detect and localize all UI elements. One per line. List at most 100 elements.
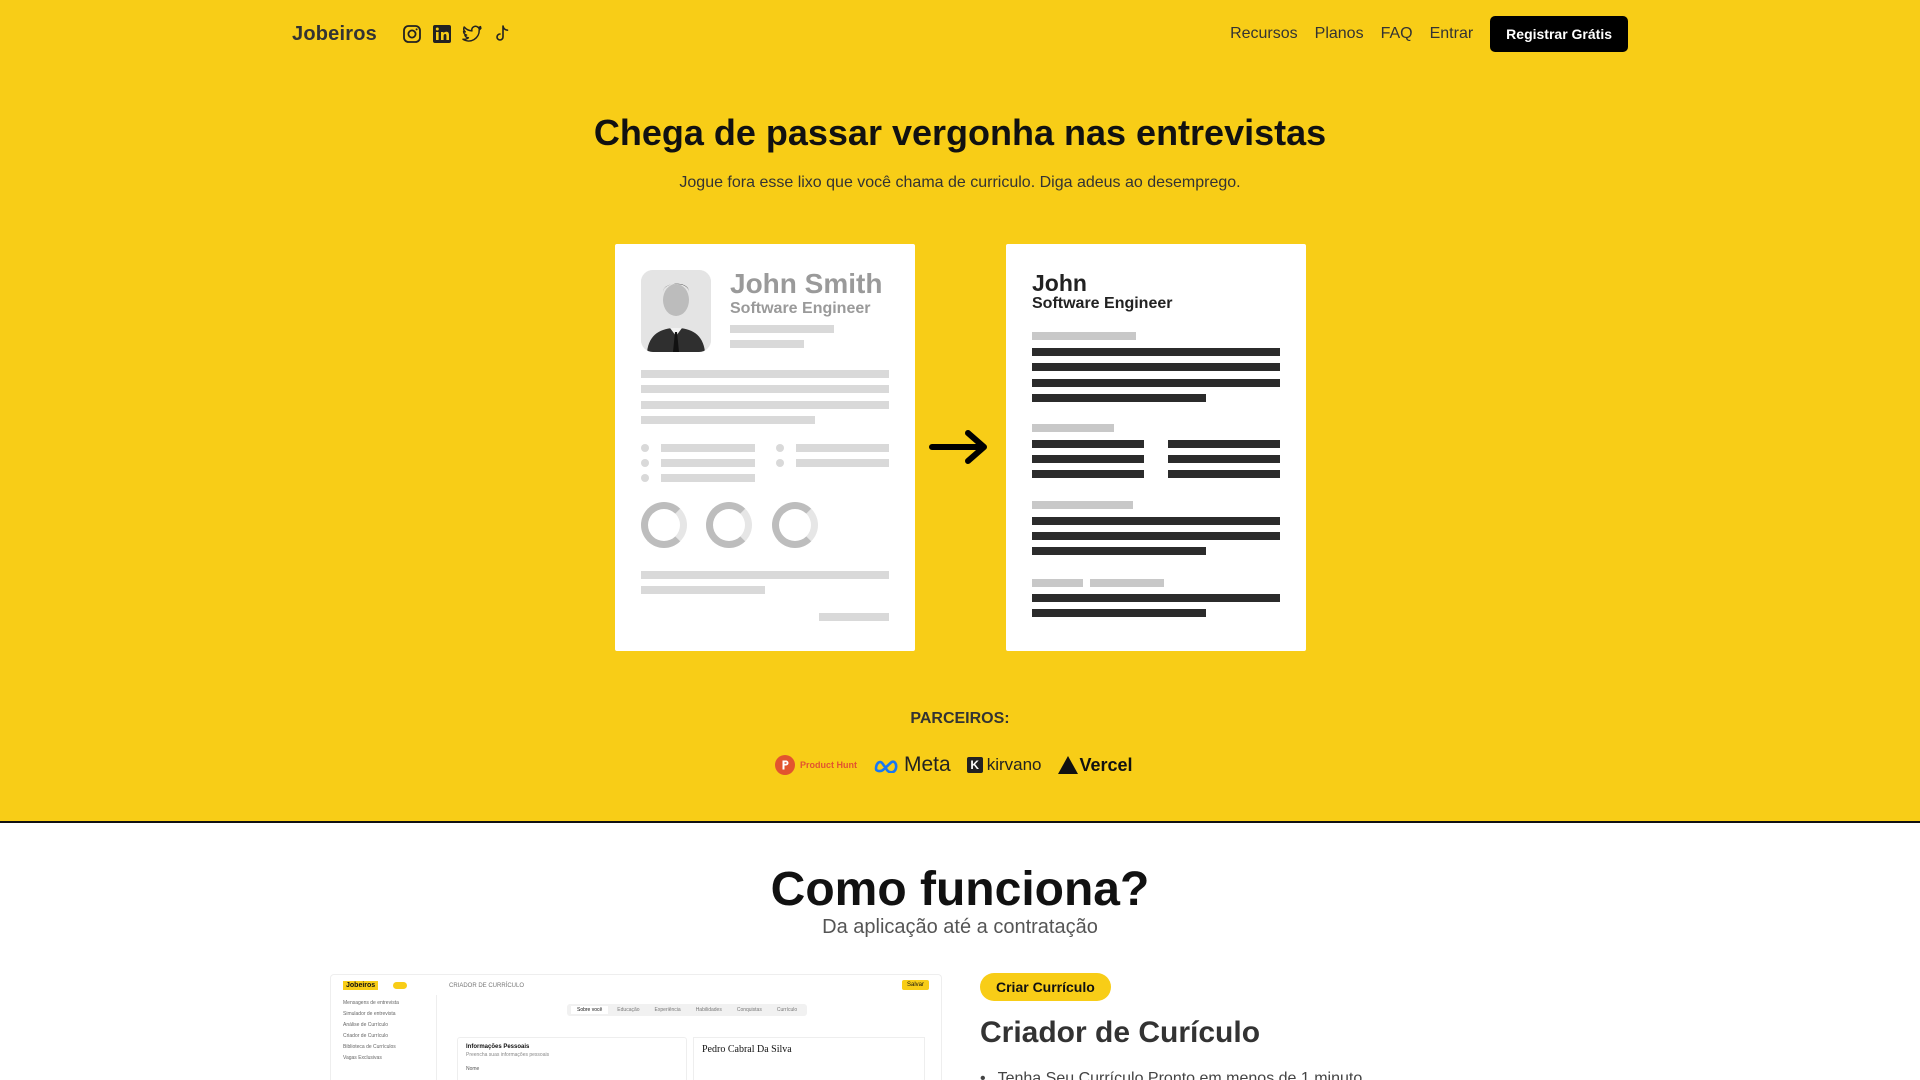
preview-tab: Currículo bbox=[776, 1007, 798, 1013]
hero-section: Jobeiros Recursos Planos FAQ Entrar Regi… bbox=[0, 0, 1920, 823]
placeholder-line bbox=[796, 444, 889, 452]
preview-theme-toggle bbox=[393, 982, 407, 989]
preview-sidebar-item: Vagas Exclusivas bbox=[343, 1055, 382, 1061]
preview-sidebar-item: Criador de Currículo bbox=[343, 1033, 389, 1039]
bullet-dot bbox=[641, 444, 649, 452]
instagram-icon[interactable] bbox=[401, 23, 423, 45]
feature-title: Criador de Curículo bbox=[980, 1016, 1261, 1049]
preview-sidebar: Mensagens de entrevista Simulador de ent… bbox=[331, 995, 437, 1080]
feature-bullet: Tenha Seu Currículo Pronto em menos de 1… bbox=[980, 1070, 1363, 1080]
product-hunt-logo: Product Hunt bbox=[775, 755, 857, 775]
tiktok-icon[interactable] bbox=[491, 23, 513, 45]
content-line bbox=[1032, 379, 1280, 387]
content-line bbox=[1032, 594, 1280, 602]
social-links bbox=[401, 23, 513, 45]
placeholder-line bbox=[641, 370, 889, 378]
section-heading-line bbox=[1090, 579, 1164, 587]
bullet-dot bbox=[776, 444, 784, 452]
register-free-button[interactable]: Registrar Grátis bbox=[1490, 16, 1628, 52]
how-it-works-title: Como funciona? bbox=[770, 863, 1150, 916]
resume-after-card: John Software Engineer bbox=[1006, 244, 1306, 651]
vercel-logo-text: Vercel bbox=[1079, 754, 1133, 775]
resume-name: John bbox=[1032, 270, 1087, 296]
vercel-logo: Vercel bbox=[1057, 754, 1133, 776]
nav-link-entrar[interactable]: Entrar bbox=[1430, 25, 1474, 43]
preview-tab: Educação bbox=[617, 1007, 640, 1013]
resume-role: Software Engineer bbox=[730, 300, 871, 317]
placeholder-line bbox=[661, 459, 755, 467]
content-line bbox=[1032, 348, 1280, 356]
meta-logo: Meta bbox=[873, 753, 951, 777]
resume-role: Software Engineer bbox=[1032, 295, 1173, 312]
bullet-dot bbox=[641, 474, 649, 482]
placeholder-line bbox=[661, 474, 755, 482]
nav-links: Recursos Planos FAQ Entrar Registrar Grá… bbox=[1230, 16, 1628, 52]
twitter-icon[interactable] bbox=[461, 23, 483, 45]
kirvano-mark-icon: K bbox=[966, 757, 983, 773]
preview-save-button: Salvar bbox=[902, 980, 930, 990]
profile-photo bbox=[641, 270, 711, 352]
preview-header: CRIADOR DE CURRÍCULO bbox=[449, 983, 525, 989]
skill-ring bbox=[706, 502, 752, 548]
preview-tab: Conquistas bbox=[736, 1007, 762, 1013]
nav-link-faq[interactable]: FAQ bbox=[1381, 25, 1413, 43]
content-line bbox=[1168, 440, 1280, 448]
preview-logo: Jobeiros bbox=[343, 981, 379, 990]
placeholder-line bbox=[796, 459, 889, 467]
top-navbar: Jobeiros Recursos Planos FAQ Entrar Regi… bbox=[292, 16, 1628, 52]
placeholder-line bbox=[819, 613, 889, 621]
hero-title: Chega de passar vergonha nas entrevistas bbox=[593, 112, 1327, 153]
content-line bbox=[1032, 394, 1206, 402]
preview-tab: Habilidades bbox=[695, 1007, 722, 1013]
content-line bbox=[1032, 440, 1144, 448]
content-line bbox=[1032, 470, 1144, 478]
preview-tab: Experiência bbox=[654, 1007, 681, 1013]
content-line bbox=[1168, 470, 1280, 478]
preview-sidebar-item: Simulador de entrevista bbox=[343, 1011, 396, 1017]
nav-link-planos[interactable]: Planos bbox=[1315, 25, 1364, 43]
content-line bbox=[1032, 455, 1144, 463]
arrow-right-icon bbox=[929, 430, 987, 464]
placeholder-line bbox=[641, 416, 815, 424]
preview-resume-doc: Pedro Cabral Da Silva bbox=[693, 1037, 925, 1080]
resume-name: John Smith bbox=[730, 268, 883, 299]
content-line bbox=[1032, 517, 1280, 525]
bullet-dot bbox=[641, 459, 649, 467]
how-it-works-subtitle: Da aplicação até a contratação bbox=[822, 916, 1098, 938]
placeholder-line bbox=[730, 325, 834, 333]
preview-sidebar-item: Biblioteca de Currículos bbox=[343, 1044, 396, 1050]
content-line bbox=[1032, 547, 1206, 555]
preview-form-title: Informações Pessoais bbox=[466, 1044, 530, 1050]
meta-logo-text: Meta bbox=[904, 753, 951, 776]
preview-tab: Sobre você bbox=[571, 1006, 609, 1014]
preview-doc-name: Pedro Cabral Da Silva bbox=[702, 1044, 792, 1055]
hero-subtitle: Jogue fora esse lixo que você chama de c… bbox=[679, 174, 1241, 191]
preview-form-field-label: Nome bbox=[466, 1066, 480, 1072]
skill-ring bbox=[641, 502, 687, 548]
section-heading-line bbox=[1032, 332, 1136, 340]
content-line bbox=[1032, 363, 1280, 371]
placeholder-line bbox=[641, 385, 889, 393]
preview-sidebar-item: Análise de Currículo bbox=[343, 1022, 389, 1028]
partners-label: PARCEIROS: bbox=[910, 710, 1010, 727]
section-heading-line bbox=[1032, 501, 1133, 509]
create-resume-badge[interactable]: Criar Currículo bbox=[980, 973, 1111, 1001]
logo[interactable]: Jobeiros bbox=[292, 23, 377, 46]
section-heading-line bbox=[1032, 424, 1114, 432]
content-line bbox=[1168, 455, 1280, 463]
placeholder-line bbox=[730, 340, 804, 348]
preview-form: Informações Pessoais Preencha suas infor… bbox=[457, 1037, 687, 1080]
placeholder-line bbox=[641, 571, 889, 579]
content-line bbox=[1032, 609, 1206, 617]
product-hunt-logo-text: Product Hunt bbox=[800, 760, 857, 770]
placeholder-line bbox=[641, 586, 765, 594]
nav-link-recursos[interactable]: Recursos bbox=[1230, 25, 1298, 43]
placeholder-line bbox=[661, 444, 755, 452]
kirvano-logo-text: kirvano bbox=[986, 755, 1042, 774]
linkedin-icon[interactable] bbox=[431, 23, 453, 45]
app-preview-screenshot: Jobeiros CRIADOR DE CURRÍCULO Salvar Men… bbox=[330, 974, 942, 1080]
preview-form-subtitle: Preencha suas informações pessoais bbox=[466, 1052, 550, 1058]
section-heading-line bbox=[1032, 579, 1083, 587]
bullet-dot bbox=[776, 459, 784, 467]
placeholder-line bbox=[641, 401, 889, 409]
